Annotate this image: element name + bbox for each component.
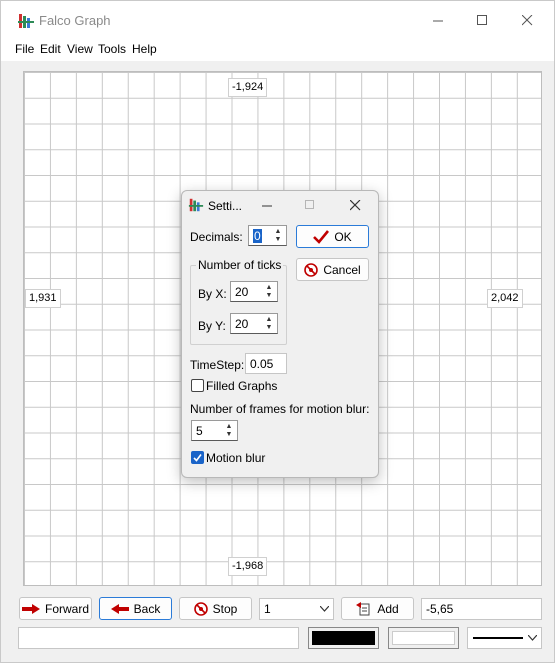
status-field[interactable] xyxy=(18,627,299,649)
frames-label: Number of frames for motion blur: xyxy=(190,402,370,416)
motion-blur-label[interactable]: Motion blur xyxy=(206,451,265,465)
back-button[interactable]: Back xyxy=(99,597,172,620)
fill-color-button[interactable] xyxy=(308,627,379,649)
axis-label-left: 1,931 xyxy=(25,289,61,308)
add-label: Add xyxy=(377,601,399,616)
checkmark-icon xyxy=(313,229,330,244)
chevron-down-icon xyxy=(528,635,537,641)
spinner-arrows-icon[interactable]: ▲ ▼ xyxy=(264,284,274,300)
cancel-icon xyxy=(304,262,319,277)
title-bar[interactable]: Falco Graph xyxy=(1,1,554,39)
minimize-button[interactable] xyxy=(415,1,461,39)
ok-button[interactable]: OK xyxy=(296,225,369,248)
menu-help[interactable]: Help xyxy=(132,42,157,56)
line-style-dropdown[interactable] xyxy=(467,627,542,649)
background-color-swatch xyxy=(392,631,455,645)
filled-graphs-label[interactable]: Filled Graphs xyxy=(206,379,277,393)
axis-label-top: -1,924 xyxy=(228,78,268,97)
dialog-maximize-button xyxy=(299,197,321,213)
arrow-right-icon xyxy=(21,603,40,614)
arrow-left-icon xyxy=(110,603,129,614)
coordinates-field[interactable]: -5,65 xyxy=(421,598,542,620)
ok-label: OK xyxy=(334,229,352,244)
maximize-icon xyxy=(305,200,314,209)
line-style-preview-icon xyxy=(473,637,523,639)
timestep-field[interactable]: 0.05 xyxy=(245,353,287,374)
timestep-label: TimeStep: xyxy=(190,358,245,372)
menu-tools[interactable]: Tools xyxy=(98,42,126,56)
close-icon xyxy=(349,199,360,210)
add-button[interactable]: Add xyxy=(341,597,414,620)
menu-view[interactable]: View xyxy=(67,42,93,56)
stop-icon xyxy=(193,601,208,616)
by-x-value: 20 xyxy=(235,285,249,299)
background-color-button[interactable] xyxy=(388,627,459,649)
by-y-value: 20 xyxy=(235,317,249,331)
main-window: Falco Graph File Edit View Tools Help -1… xyxy=(0,0,555,663)
fill-color-swatch xyxy=(312,631,375,645)
speed-dropdown[interactable]: 1 xyxy=(259,598,334,620)
forward-button[interactable]: Forward xyxy=(19,597,92,620)
spinner-arrows-icon[interactable]: ▲ ▼ xyxy=(273,228,283,244)
stop-label: Stop xyxy=(212,601,238,616)
dialog-minimize-button[interactable] xyxy=(256,197,278,213)
frames-value: 5 xyxy=(196,424,203,438)
close-button[interactable] xyxy=(504,1,550,39)
by-y-label: By Y: xyxy=(198,319,226,333)
app-icon xyxy=(188,198,204,212)
speed-dropdown-value: 1 xyxy=(264,602,271,616)
decimals-value: 0 xyxy=(253,229,262,243)
by-x-spinner[interactable]: 20 ▲ ▼ xyxy=(230,281,278,302)
stop-button[interactable]: Stop xyxy=(179,597,252,620)
dialog-close-button[interactable] xyxy=(344,197,366,213)
window-title: Falco Graph xyxy=(39,13,111,28)
close-icon xyxy=(521,14,532,25)
filled-graphs-checkbox[interactable] xyxy=(191,379,204,392)
cancel-label: Cancel xyxy=(323,262,361,277)
dialog-title: Setti... xyxy=(208,199,243,213)
axis-label-bottom: -1,968 xyxy=(228,557,268,576)
settings-dialog: Setti... Decimals: 0 ▲ ▼ OK Cancel Numbe… xyxy=(181,190,379,478)
minimize-icon xyxy=(432,20,443,21)
frames-spinner[interactable]: 5 ▲ ▼ xyxy=(191,420,238,441)
menu-bar: File Edit View Tools Help xyxy=(1,39,554,61)
decimals-spinner[interactable]: 0 ▲ ▼ xyxy=(248,225,287,246)
cancel-button[interactable]: Cancel xyxy=(296,258,369,281)
minimize-icon xyxy=(261,205,272,206)
spinner-arrows-icon[interactable]: ▲ ▼ xyxy=(264,316,274,332)
spinner-arrows-icon[interactable]: ▲ ▼ xyxy=(224,423,234,439)
app-icon xyxy=(18,14,34,28)
menu-edit[interactable]: Edit xyxy=(40,42,61,56)
menu-file[interactable]: File xyxy=(15,42,34,56)
maximize-button[interactable] xyxy=(459,1,505,39)
maximize-icon xyxy=(476,14,487,25)
axis-label-right: 2,042 xyxy=(487,289,523,308)
by-y-spinner[interactable]: 20 ▲ ▼ xyxy=(230,313,278,334)
back-label: Back xyxy=(133,601,161,616)
by-x-label: By X: xyxy=(198,287,227,301)
ticks-group-label: Number of ticks xyxy=(196,258,284,272)
decimals-label: Decimals: xyxy=(190,230,243,244)
checkmark-icon xyxy=(193,454,202,462)
motion-blur-checkbox[interactable] xyxy=(191,451,204,464)
chevron-down-icon xyxy=(320,606,329,612)
forward-label: Forward xyxy=(44,601,89,616)
add-document-icon xyxy=(356,602,370,616)
